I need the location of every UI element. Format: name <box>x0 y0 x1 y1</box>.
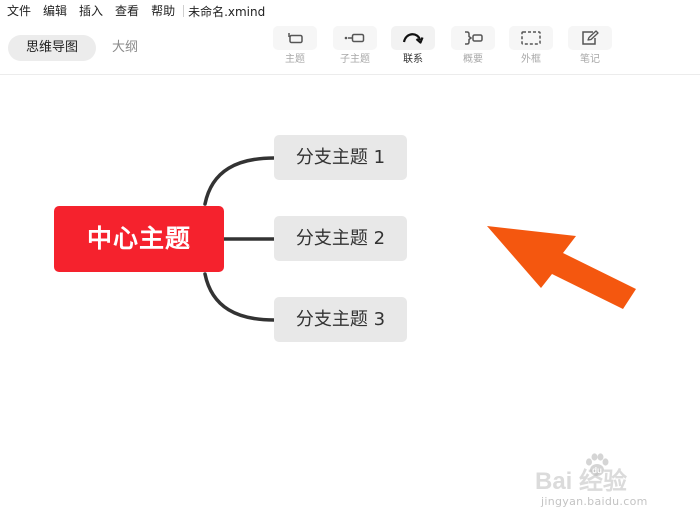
menu-view[interactable]: 查看 <box>109 0 145 22</box>
relationship-button[interactable]: 联系 <box>390 26 436 70</box>
toolbar: 思维导图 大纲 主题 子主题 联系 概要 外框 笔记 <box>0 22 700 75</box>
document-title: 未命名.xmind <box>188 4 266 19</box>
watermark-brand: Bai 经验 <box>535 468 628 495</box>
summary-button[interactable]: 概要 <box>450 26 496 70</box>
mindmap-canvas[interactable]: 中心主题 分支主题 1 分支主题 2 分支主题 3 Bai 经验 du jing… <box>0 75 700 508</box>
topic-icon <box>273 26 317 50</box>
topic-label: 主题 <box>285 54 305 65</box>
tab-outline[interactable]: 大纲 <box>100 35 150 61</box>
note-label: 笔记 <box>580 54 600 65</box>
note-button[interactable]: 笔记 <box>567 26 613 70</box>
summary-label: 概要 <box>463 54 483 65</box>
baidu-watermark: Bai 经验 du jingyan.baidu.com <box>535 451 695 511</box>
tab-mindmap[interactable]: 思维导图 <box>8 35 96 61</box>
menu-bar: 文件 编辑 插入 查看 帮助 未命名.xmind <box>0 0 700 22</box>
subtopic-icon <box>333 26 377 50</box>
annotation-arrow <box>487 226 636 309</box>
menu-edit[interactable]: 编辑 <box>37 0 73 22</box>
paw-icon: du <box>586 453 609 476</box>
subtopic-button[interactable]: 子主题 <box>332 26 378 70</box>
boundary-icon <box>509 26 553 50</box>
menu-file[interactable]: 文件 <box>0 0 37 22</box>
annotation-arrow-shape <box>487 226 636 309</box>
relationship-icon <box>391 26 435 50</box>
menu-help[interactable]: 帮助 <box>145 0 181 22</box>
svg-text:du: du <box>592 466 602 475</box>
watermark-site: jingyan.baidu.com <box>541 495 648 508</box>
menu-separator <box>183 5 185 17</box>
boundary-button[interactable]: 外框 <box>508 26 554 70</box>
menu-insert[interactable]: 插入 <box>73 0 109 22</box>
topic-button[interactable]: 主题 <box>272 26 318 70</box>
summary-icon <box>451 26 495 50</box>
boundary-label: 外框 <box>521 54 541 65</box>
relationship-label: 联系 <box>403 54 423 65</box>
note-icon <box>568 26 612 50</box>
subtopic-label: 子主题 <box>340 54 370 65</box>
